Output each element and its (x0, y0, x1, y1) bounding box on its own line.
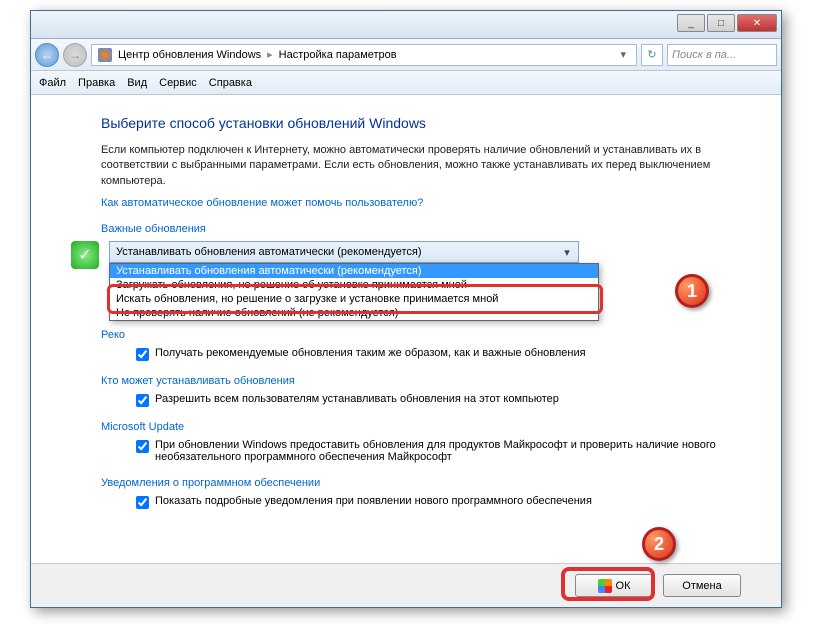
combo-selected-text: Устанавливать обновления автоматически (… (116, 246, 422, 258)
combo-option-1[interactable]: Загружать обновления, но решение об уста… (110, 278, 598, 292)
callout-2: 2 (642, 527, 676, 561)
page-description: Если компьютер подключен к Интернету, мо… (101, 143, 741, 189)
address-dropdown-icon[interactable]: ▾ (616, 48, 630, 61)
update-mode-combobox[interactable]: Устанавливать обновления автоматически (… (109, 241, 579, 263)
label-msupdate: При обновлении Windows предоставить обно… (155, 439, 741, 463)
shield-icon: ✓ (71, 241, 99, 269)
callout-1: 1 (675, 274, 709, 308)
cancel-button[interactable]: Отмена (663, 574, 741, 597)
back-button[interactable]: ← (35, 43, 59, 67)
checkbox-msupdate[interactable] (136, 440, 149, 453)
combo-dropdown: Устанавливать обновления автоматически (… (109, 263, 599, 321)
section-important: Важные обновления (101, 223, 741, 235)
section-msupdate: Microsoft Update (101, 421, 741, 433)
uac-shield-icon (598, 579, 612, 593)
menu-tools[interactable]: Сервис (159, 77, 197, 89)
ok-label: ОК (616, 580, 631, 592)
chevron-down-icon: ▾ (560, 245, 574, 259)
refresh-button[interactable]: ↻ (641, 44, 663, 66)
breadcrumb-sep-icon: ▸ (267, 48, 273, 61)
windows-update-icon (98, 48, 112, 62)
menu-view[interactable]: Вид (127, 77, 147, 89)
address-bar[interactable]: Центр обновления Windows ▸ Настройка пар… (91, 44, 637, 66)
ok-button[interactable]: ОК (575, 574, 653, 597)
checkbox-notify[interactable] (136, 496, 149, 509)
breadcrumb-2[interactable]: Настройка параметров (279, 49, 397, 61)
menu-file[interactable]: Файл (39, 77, 66, 89)
breadcrumb-1[interactable]: Центр обновления Windows (118, 49, 261, 61)
navbar: ← → Центр обновления Windows ▸ Настройка… (31, 39, 781, 71)
content-area: Выберите способ установки обновлений Win… (31, 95, 781, 563)
minimize-button[interactable]: _ (677, 14, 705, 32)
menu-help[interactable]: Справка (209, 77, 252, 89)
help-link[interactable]: Как автоматическое обновление может помо… (101, 197, 741, 209)
maximize-button[interactable]: □ (707, 14, 735, 32)
menubar: Файл Правка Вид Сервис Справка (31, 71, 781, 95)
section-recommended-cutoff: Реко (101, 329, 741, 341)
checkbox-recommended[interactable] (136, 348, 149, 361)
bottom-bar: ОК Отмена (31, 563, 781, 607)
page-title: Выберите способ установки обновлений Win… (101, 115, 741, 131)
section-who: Кто может устанавливать обновления (101, 375, 741, 387)
window: _ □ ✕ ← → Центр обновления Windows ▸ Нас… (30, 10, 782, 608)
label-who: Разрешить всем пользователям устанавлива… (155, 393, 559, 405)
label-notify: Показать подробные уведомления при появл… (155, 495, 592, 507)
combo-option-0[interactable]: Устанавливать обновления автоматически (… (110, 264, 598, 278)
close-button[interactable]: ✕ (737, 14, 777, 32)
search-input[interactable]: Поиск в па... (667, 44, 777, 66)
menu-edit[interactable]: Правка (78, 77, 115, 89)
section-notify: Уведомления о программном обеспечении (101, 477, 741, 489)
titlebar: _ □ ✕ (31, 11, 781, 39)
combo-option-3[interactable]: Не проверять наличие обновлений (не реко… (110, 306, 598, 320)
combo-option-2[interactable]: Искать обновления, но решение о загрузке… (110, 292, 598, 306)
checkbox-who[interactable] (136, 394, 149, 407)
label-recommended: Получать рекомендуемые обновления таким … (155, 347, 586, 359)
forward-button[interactable]: → (63, 43, 87, 67)
